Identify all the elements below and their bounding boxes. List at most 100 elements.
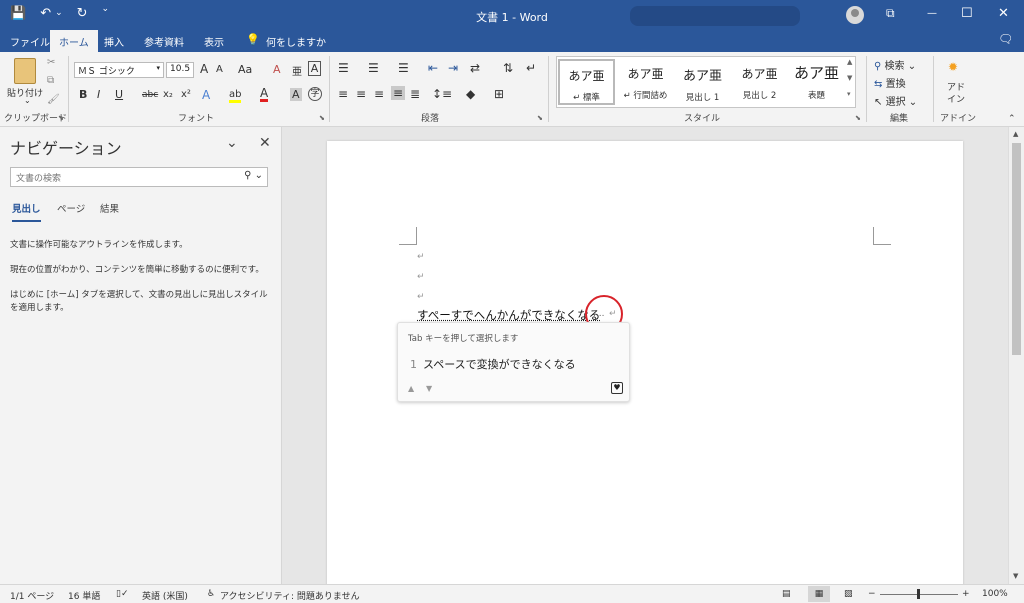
bold-button[interactable]: B [79, 88, 87, 101]
bullets-icon[interactable]: ☰ [338, 61, 349, 75]
font-size-combo[interactable]: 10.5 [166, 62, 194, 78]
clear-formatting-button[interactable]: A [273, 63, 281, 76]
zoom-in-button[interactable]: + [962, 589, 970, 599]
styles-scroll-up-icon[interactable]: ▲ [847, 58, 852, 66]
maximize-button[interactable]: ☐ [961, 6, 973, 21]
nav-tab-headings[interactable]: 見出し [12, 201, 41, 222]
tab-references[interactable]: 参考資料 [144, 34, 184, 49]
lightbulb-icon[interactable]: 💡 [246, 33, 260, 46]
close-button[interactable]: ✕ [998, 6, 1009, 21]
cut-icon[interactable]: ✂ [47, 57, 55, 68]
align-right-icon[interactable]: ≡ [374, 87, 384, 101]
zoom-level[interactable]: 100% [982, 589, 1008, 599]
show-marks-icon[interactable]: ↵ [526, 61, 536, 75]
numbering-icon[interactable]: ☰ [368, 61, 379, 75]
style-title[interactable]: あア亜 表題 [788, 59, 845, 105]
nav-tab-pages[interactable]: ページ [57, 201, 85, 215]
highlight-button[interactable]: ab [229, 89, 242, 103]
tell-me-search[interactable]: 何をしますか [266, 34, 326, 49]
nav-options-icon[interactable]: ⌄ [226, 135, 238, 151]
scroll-up-icon[interactable]: ▲ [1013, 130, 1018, 138]
tab-home[interactable]: ホーム [50, 30, 98, 52]
status-accessibility[interactable]: アクセシビリティ: 問題ありません [220, 589, 360, 602]
font-color-button[interactable]: A [260, 87, 269, 102]
comments-icon[interactable]: 🗨 [998, 32, 1013, 46]
styles-more-icon[interactable]: ▾ [847, 90, 851, 98]
shading-icon[interactable]: ◆ [466, 87, 475, 101]
zoom-slider-thumb[interactable] [917, 589, 920, 599]
character-border-button[interactable]: A [308, 61, 321, 76]
addins-button[interactable]: アド イン [944, 82, 968, 106]
scroll-down-icon[interactable]: ▼ [1013, 572, 1018, 580]
change-case-button[interactable]: Aa [238, 63, 252, 76]
collapse-ribbon-icon[interactable]: ⌃ [1008, 114, 1016, 124]
multilevel-list-icon[interactable]: ☰ [398, 61, 409, 75]
character-shading-button[interactable]: A [290, 88, 302, 101]
ime-next-icon[interactable]: ▼ [426, 384, 432, 393]
styles-launcher-icon[interactable]: ⬊ [855, 114, 861, 122]
ribbon-display-options-icon[interactable]: ⧉ [886, 6, 895, 21]
line-spacing-icon[interactable]: ↕≡ [432, 87, 452, 101]
borders-icon[interactable]: ⊞ [494, 87, 504, 101]
nav-close-icon[interactable]: ✕ [259, 135, 271, 151]
grow-font-button[interactable]: A [200, 62, 208, 76]
document-page[interactable]: ↵ ↵ ↵ すぺーすでへんかんができなくなる .... ↵ Tab キーを押して… [327, 141, 963, 584]
ime-prev-icon[interactable]: ▲ [408, 384, 414, 393]
paragraph-launcher-icon[interactable]: ⬊ [537, 114, 543, 122]
zoom-out-button[interactable]: − [868, 589, 876, 599]
avatar[interactable] [846, 6, 864, 24]
increase-indent-icon[interactable]: ⇥ [448, 61, 458, 75]
font-launcher-icon[interactable]: ⬊ [319, 114, 325, 122]
search-icon[interactable]: ⚲ ⌄ [244, 170, 263, 181]
distributed-icon[interactable]: ≣ [410, 87, 420, 101]
read-mode-icon[interactable]: ▤ [782, 589, 791, 599]
style-heading-2[interactable]: あア亜 見出し 2 [731, 59, 788, 105]
strikethrough-button[interactable]: abc [142, 90, 158, 100]
copy-icon[interactable]: ⧉ [47, 75, 54, 86]
print-layout-icon[interactable]: ▦ [808, 586, 830, 602]
scroll-thumb[interactable] [1012, 143, 1021, 355]
minimize-button[interactable]: — [927, 8, 937, 19]
ime-candidate[interactable]: 1 スペースで変換ができなくなる [410, 356, 576, 372]
accessibility-icon[interactable]: ♿ [207, 589, 215, 599]
web-layout-icon[interactable]: ▧ [844, 589, 853, 599]
status-language[interactable]: 英語 (米国) [142, 589, 188, 602]
center-icon[interactable]: ≡ [356, 87, 366, 101]
shrink-font-button[interactable]: A [216, 64, 223, 75]
clipboard-launcher-icon[interactable]: ⬊ [58, 114, 64, 122]
proofing-icon[interactable]: ▯✓ [116, 589, 129, 599]
align-left-icon[interactable]: ≡ [338, 87, 348, 101]
font-name-combo[interactable]: ＭＳ ゴシック ▾ [74, 62, 164, 78]
enclose-characters-button[interactable]: 字 [308, 87, 322, 101]
subscript-button[interactable]: x₂ [163, 89, 173, 100]
superscript-button[interactable]: x² [181, 89, 191, 100]
composition-text[interactable]: すぺーすでへんかんができなくなる [417, 307, 600, 323]
italic-button[interactable]: I [97, 88, 100, 101]
nav-search-input[interactable]: 文書の検索 ⚲ ⌄ [10, 167, 268, 187]
status-page[interactable]: 1/1 ページ [10, 589, 54, 602]
underline-button[interactable]: U [115, 88, 123, 101]
find-button[interactable]: ⚲ 検索 ⌄ [874, 57, 916, 72]
select-button[interactable]: ↖ 選択 ⌄ [874, 93, 917, 108]
decrease-indent-icon[interactable]: ⇤ [428, 61, 438, 75]
tab-file[interactable]: ファイル [10, 34, 50, 49]
text-effects-button[interactable]: A [202, 88, 210, 102]
format-painter-icon[interactable]: 🖌 [47, 94, 60, 105]
justify-icon[interactable]: ≡ [391, 86, 406, 100]
style-heading-1[interactable]: あア亜 見出し 1 [674, 59, 731, 105]
style-normal[interactable]: あア亜 ↵ 標準 [558, 59, 615, 105]
text-direction-icon[interactable]: ⇄ [470, 61, 480, 75]
vertical-scrollbar[interactable]: ▲ ▼ [1008, 127, 1024, 584]
addins-icon[interactable]: ✹ [948, 60, 958, 74]
styles-scroll-down-icon[interactable]: ▼ [847, 74, 852, 82]
paste-icon[interactable] [14, 58, 36, 84]
style-no-spacing[interactable]: あア亜 ↵ 行間詰め [617, 59, 674, 105]
sort-icon[interactable]: ⇅ [503, 61, 513, 75]
status-words[interactable]: 16 単語 [68, 589, 100, 602]
tab-insert[interactable]: 挿入 [104, 34, 124, 49]
ime-favorite-icon[interactable]: ♥ [611, 382, 623, 394]
replace-button[interactable]: ⇆ 置換 [874, 75, 906, 90]
tab-view[interactable]: 表示 [204, 34, 224, 49]
phonetic-guide-button[interactable]: 亜 [292, 63, 302, 78]
nav-tab-results[interactable]: 結果 [100, 201, 119, 215]
